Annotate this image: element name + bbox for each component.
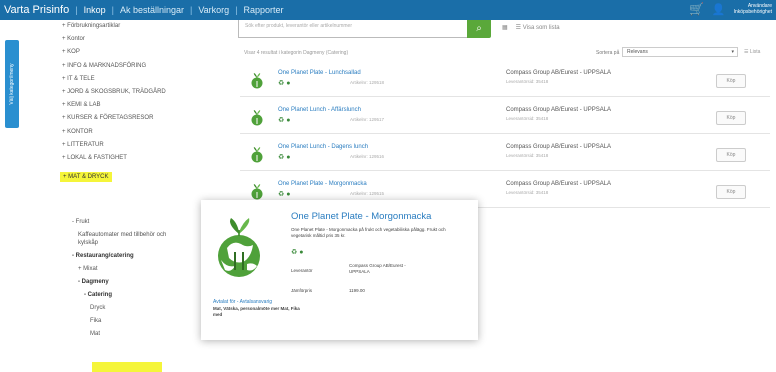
agreement-link[interactable]: Avtalat för - Avtalsansvarig: [213, 299, 272, 305]
eco-icons: ♻ ●: [278, 191, 291, 198]
subcategory-item[interactable]: - Frukt: [72, 218, 212, 226]
tree-item[interactable]: + JORD & SKOGSBRUK, TRÄDGÅRD: [62, 86, 212, 99]
nav-orders[interactable]: Ak beställningar: [114, 5, 190, 15]
category-tree: + Förbrukningsartiklar + Kontor + KOP + …: [60, 20, 212, 184]
cart-icon[interactable]: 🛒: [689, 2, 704, 16]
article-number: Artikelnr: 129516: [350, 154, 385, 159]
tree-item[interactable]: + INFO & MARKNADSFÖRING: [62, 60, 212, 73]
app-brand[interactable]: Varta Prisinfo: [0, 4, 75, 16]
article-number: Artikelnr: 129515: [350, 191, 385, 196]
supplier-name[interactable]: Compass Group AB/Eurest - UPPSALA: [506, 144, 611, 150]
user-info[interactable]: Användare Inköpsbehörighet: [734, 3, 772, 15]
tree-item-highlighted[interactable]: + MAT & DRYCK: [60, 172, 112, 183]
search-placeholder: Sök efter produkt, leverantör eller arti…: [245, 23, 352, 29]
buy-button[interactable]: Köp: [716, 111, 746, 125]
eco-icons: ♻ ●: [278, 117, 291, 124]
highlight-marker: [92, 362, 162, 372]
tree-item[interactable]: + KURSER & FÖRETAGSRESOR: [62, 112, 212, 125]
results-info: Visar 4 resultat i kategorin Dagmeny (Ca…: [244, 50, 349, 56]
subcategory-item[interactable]: Mat: [72, 330, 212, 338]
category-side-tab[interactable]: Välj kategori/meny: [5, 40, 19, 128]
popup-title[interactable]: One Planet Plate - Morgonmacka: [291, 211, 431, 222]
product-name[interactable]: One Planet Lunch - Affärslunch: [278, 107, 361, 113]
subcategory-item[interactable]: kylskåp: [72, 239, 212, 247]
subcategory-item[interactable]: - Dagmeny: [72, 278, 212, 286]
sort-select[interactable]: Relevans ▾: [622, 47, 738, 57]
subcategory-item[interactable]: Dryck: [72, 304, 212, 312]
supplier-value: Compass Group AB/Eurest - UPPSALA: [349, 263, 406, 274]
tree-item[interactable]: + IT & TELE: [62, 73, 212, 86]
nav-purchase[interactable]: Inkop: [78, 5, 112, 15]
product-name[interactable]: One Planet Lunch - Dagens lunch: [278, 144, 368, 150]
subcategory-item[interactable]: - Restaurang/catering: [72, 252, 212, 260]
user-icon[interactable]: 👤: [712, 3, 726, 16]
supplier-id: Leverantörsid: 35418: [506, 79, 549, 84]
tree-item[interactable]: + LOKAL & FASTIGHET: [62, 152, 212, 165]
subcategory-item[interactable]: - Catering: [72, 291, 212, 299]
search-input[interactable]: Sök efter produkt, leverantör eller arti…: [238, 20, 468, 38]
tree-item[interactable]: + KONTOR: [62, 126, 212, 139]
tree-item[interactable]: + KEMI & LAB: [62, 99, 212, 112]
buy-button[interactable]: Köp: [716, 185, 746, 199]
tree-item[interactable]: + Kontor: [62, 33, 212, 46]
chevron-down-icon: ▾: [731, 49, 734, 55]
product-row[interactable]: One Planet Lunch - Affärslunch ♻ ● Artikel…: [240, 102, 770, 134]
eco-icons: ♻ ●: [278, 154, 291, 161]
subcategory-item[interactable]: Fika: [72, 317, 212, 325]
list-view-icon[interactable]: ☰ Lista: [744, 49, 760, 55]
supplier-id: Leverantörsid: 35418: [506, 153, 549, 158]
buy-button[interactable]: Köp: [716, 74, 746, 88]
sort-label: Sortera på: [596, 50, 620, 56]
one-planet-plate-logo: [218, 218, 260, 277]
subcategory-tree: - Frukt Kaffeautomater med tillbehör och k…: [72, 218, 212, 343]
product-name[interactable]: One Planet Plate - Morgonmacka: [278, 181, 367, 187]
supplier-name[interactable]: Compass Group AB/Eurest - UPPSALA: [506, 70, 611, 76]
nav-reports[interactable]: Rapporter: [238, 5, 290, 15]
buy-button[interactable]: Köp: [716, 148, 746, 162]
eco-icons: ♻ ●: [278, 80, 291, 87]
supplier-id: Leverantörsid: 35418: [506, 116, 549, 121]
price-label: Jämförpris: [291, 288, 313, 293]
product-thumbnail-icon: [251, 184, 263, 200]
list-view-toggle[interactable]: ☰ Visa som lista: [516, 24, 560, 31]
eco-icons: ♻ ●: [291, 249, 304, 256]
supplier-id: Leverantörsid: 35418: [506, 190, 549, 195]
tree-item[interactable]: + Förbrukningsartiklar: [62, 20, 212, 33]
supplier-label: Leverantör: [291, 268, 313, 273]
supplier-name[interactable]: Compass Group AB/Eurest - UPPSALA: [506, 181, 611, 187]
product-thumbnail-icon: [251, 73, 263, 89]
top-navigation-bar: Varta Prisinfo | Inkop | Ak beställninga…: [0, 0, 776, 20]
popup-description: One Planet Plate - Morgonmacka på frukt …: [291, 227, 446, 238]
subcategory-item[interactable]: Kaffeautomater med tillbehör och: [72, 231, 212, 239]
article-number: Artikelnr: 129517: [350, 117, 385, 122]
product-name[interactable]: One Planet Plate - Lunchsallad: [278, 70, 361, 76]
tree-item[interactable]: + LITTERATUR: [62, 139, 212, 152]
supplier-name[interactable]: Compass Group AB/Eurest - UPPSALA: [506, 107, 611, 113]
product-preview-popup: One Planet Plate - Morgonmacka One Plane…: [201, 200, 478, 340]
search-button[interactable]: ⌕: [467, 20, 491, 38]
article-number: Artikelnr: 129518: [350, 80, 385, 85]
agreement-text: Mat, Vätska, personalmöte mer Mat, Fika …: [213, 306, 300, 317]
grid-view-icon[interactable]: ▦: [502, 24, 508, 31]
product-row[interactable]: One Planet Plate - Lunchsallad ♻ ● Artikel…: [240, 65, 770, 97]
subcategory-item[interactable]: + Mixat: [72, 265, 212, 273]
view-tools: ▦ ☰ Visa som lista: [502, 24, 560, 31]
product-thumbnail-icon: [251, 147, 263, 163]
product-row[interactable]: One Planet Lunch - Dagens lunch ♻ ● Artike…: [240, 139, 770, 171]
product-thumbnail-icon: [251, 110, 263, 126]
side-tab-label: Välj kategori/meny: [9, 63, 15, 105]
price-value: 1199.00: [349, 288, 365, 293]
tree-item[interactable]: + KOP: [62, 46, 212, 59]
nav-cart[interactable]: Varkorg: [192, 5, 235, 15]
